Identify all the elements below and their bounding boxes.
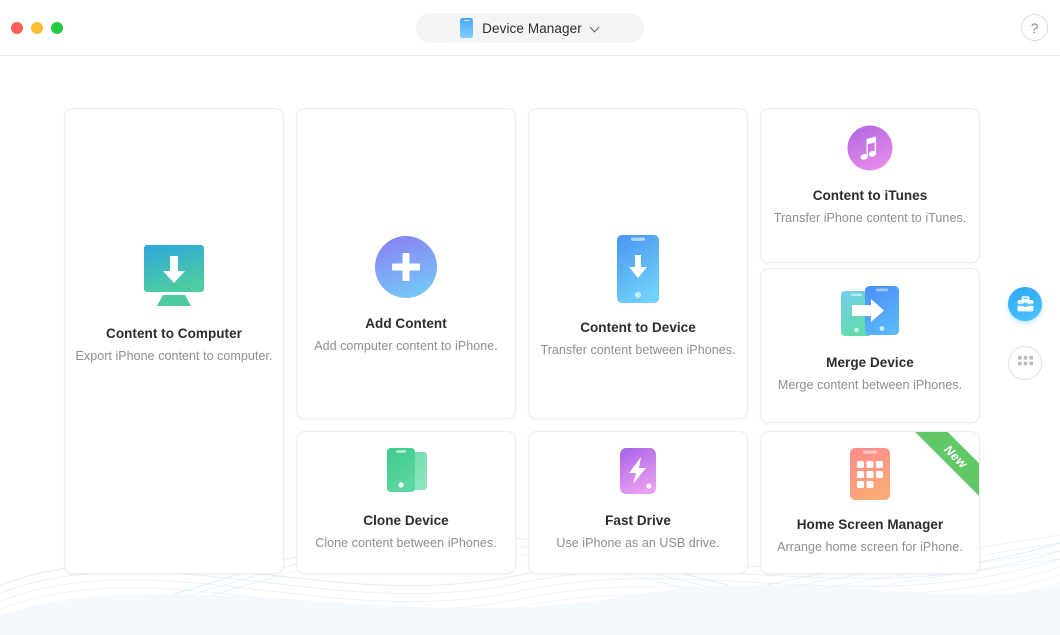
card-content-to-computer[interactable]: Content to Computer Export iPhone conten… [64, 108, 284, 574]
card-description: Add computer content to iPhone. [314, 339, 498, 353]
clone-devices-icon [385, 448, 427, 496]
minimize-button[interactable] [31, 22, 43, 34]
feature-card-grid: Content to Computer Export iPhone conten… [0, 56, 1060, 635]
music-note-icon [847, 125, 893, 171]
card-title: Clone Device [363, 513, 448, 528]
monitor-download-icon [128, 245, 220, 309]
device-manager-selector[interactable]: Device Manager [416, 13, 644, 43]
card-description: Clone content between iPhones. [315, 536, 497, 550]
card-add-content[interactable]: Add Content Add computer content to iPho… [296, 108, 516, 419]
card-description: Transfer content between iPhones. [540, 343, 735, 357]
card-title: Content to iTunes [813, 188, 928, 203]
home-screen-grid-icon [850, 448, 890, 500]
chevron-down-icon [591, 24, 600, 33]
device-manager-label: Device Manager [482, 21, 582, 36]
card-title: Merge Device [826, 355, 914, 370]
card-title: Content to Device [580, 320, 696, 335]
app-window: Device Manager ? [0, 0, 1060, 635]
card-content-to-device[interactable]: Content to Device Transfer content betwe… [528, 108, 748, 419]
card-description: Export iPhone content to computer. [76, 349, 273, 363]
plus-circle-icon [374, 235, 438, 299]
card-fast-drive[interactable]: Fast Drive Use iPhone as an USB drive. [528, 431, 748, 574]
card-description: Merge content between iPhones. [778, 378, 962, 392]
card-description: Transfer iPhone content to iTunes. [774, 211, 967, 225]
card-clone-device[interactable]: Clone Device Clone content between iPhon… [296, 431, 516, 574]
grid-icon [1018, 356, 1033, 371]
card-title: Content to Computer [106, 326, 242, 341]
card-home-screen-manager[interactable]: New [760, 431, 980, 574]
usb-drive-bolt-icon [616, 448, 660, 496]
title-bar: Device Manager ? [0, 0, 1060, 56]
question-mark-icon: ? [1031, 20, 1039, 36]
card-title: Fast Drive [605, 513, 671, 528]
card-content-to-itunes[interactable]: Content to iTunes Transfer iPhone conten… [760, 108, 980, 263]
toolbox-icon [1016, 295, 1035, 314]
zoom-button[interactable] [51, 22, 63, 34]
side-rail [1008, 287, 1042, 380]
card-merge-device[interactable]: Merge Device Merge content between iPhon… [760, 268, 980, 423]
card-description: Use iPhone as an USB drive. [556, 536, 719, 550]
close-button[interactable] [11, 22, 23, 34]
card-description: Arrange home screen for iPhone. [777, 540, 963, 554]
window-controls [11, 22, 63, 34]
apps-grid-button[interactable] [1008, 346, 1042, 380]
card-title: Add Content [365, 316, 447, 331]
toolbox-button[interactable] [1008, 287, 1042, 321]
card-title: Home Screen Manager [797, 517, 944, 532]
merge-devices-icon [841, 286, 899, 338]
help-button[interactable]: ? [1021, 14, 1048, 41]
phone-icon [460, 18, 473, 38]
phone-download-icon [617, 235, 659, 303]
